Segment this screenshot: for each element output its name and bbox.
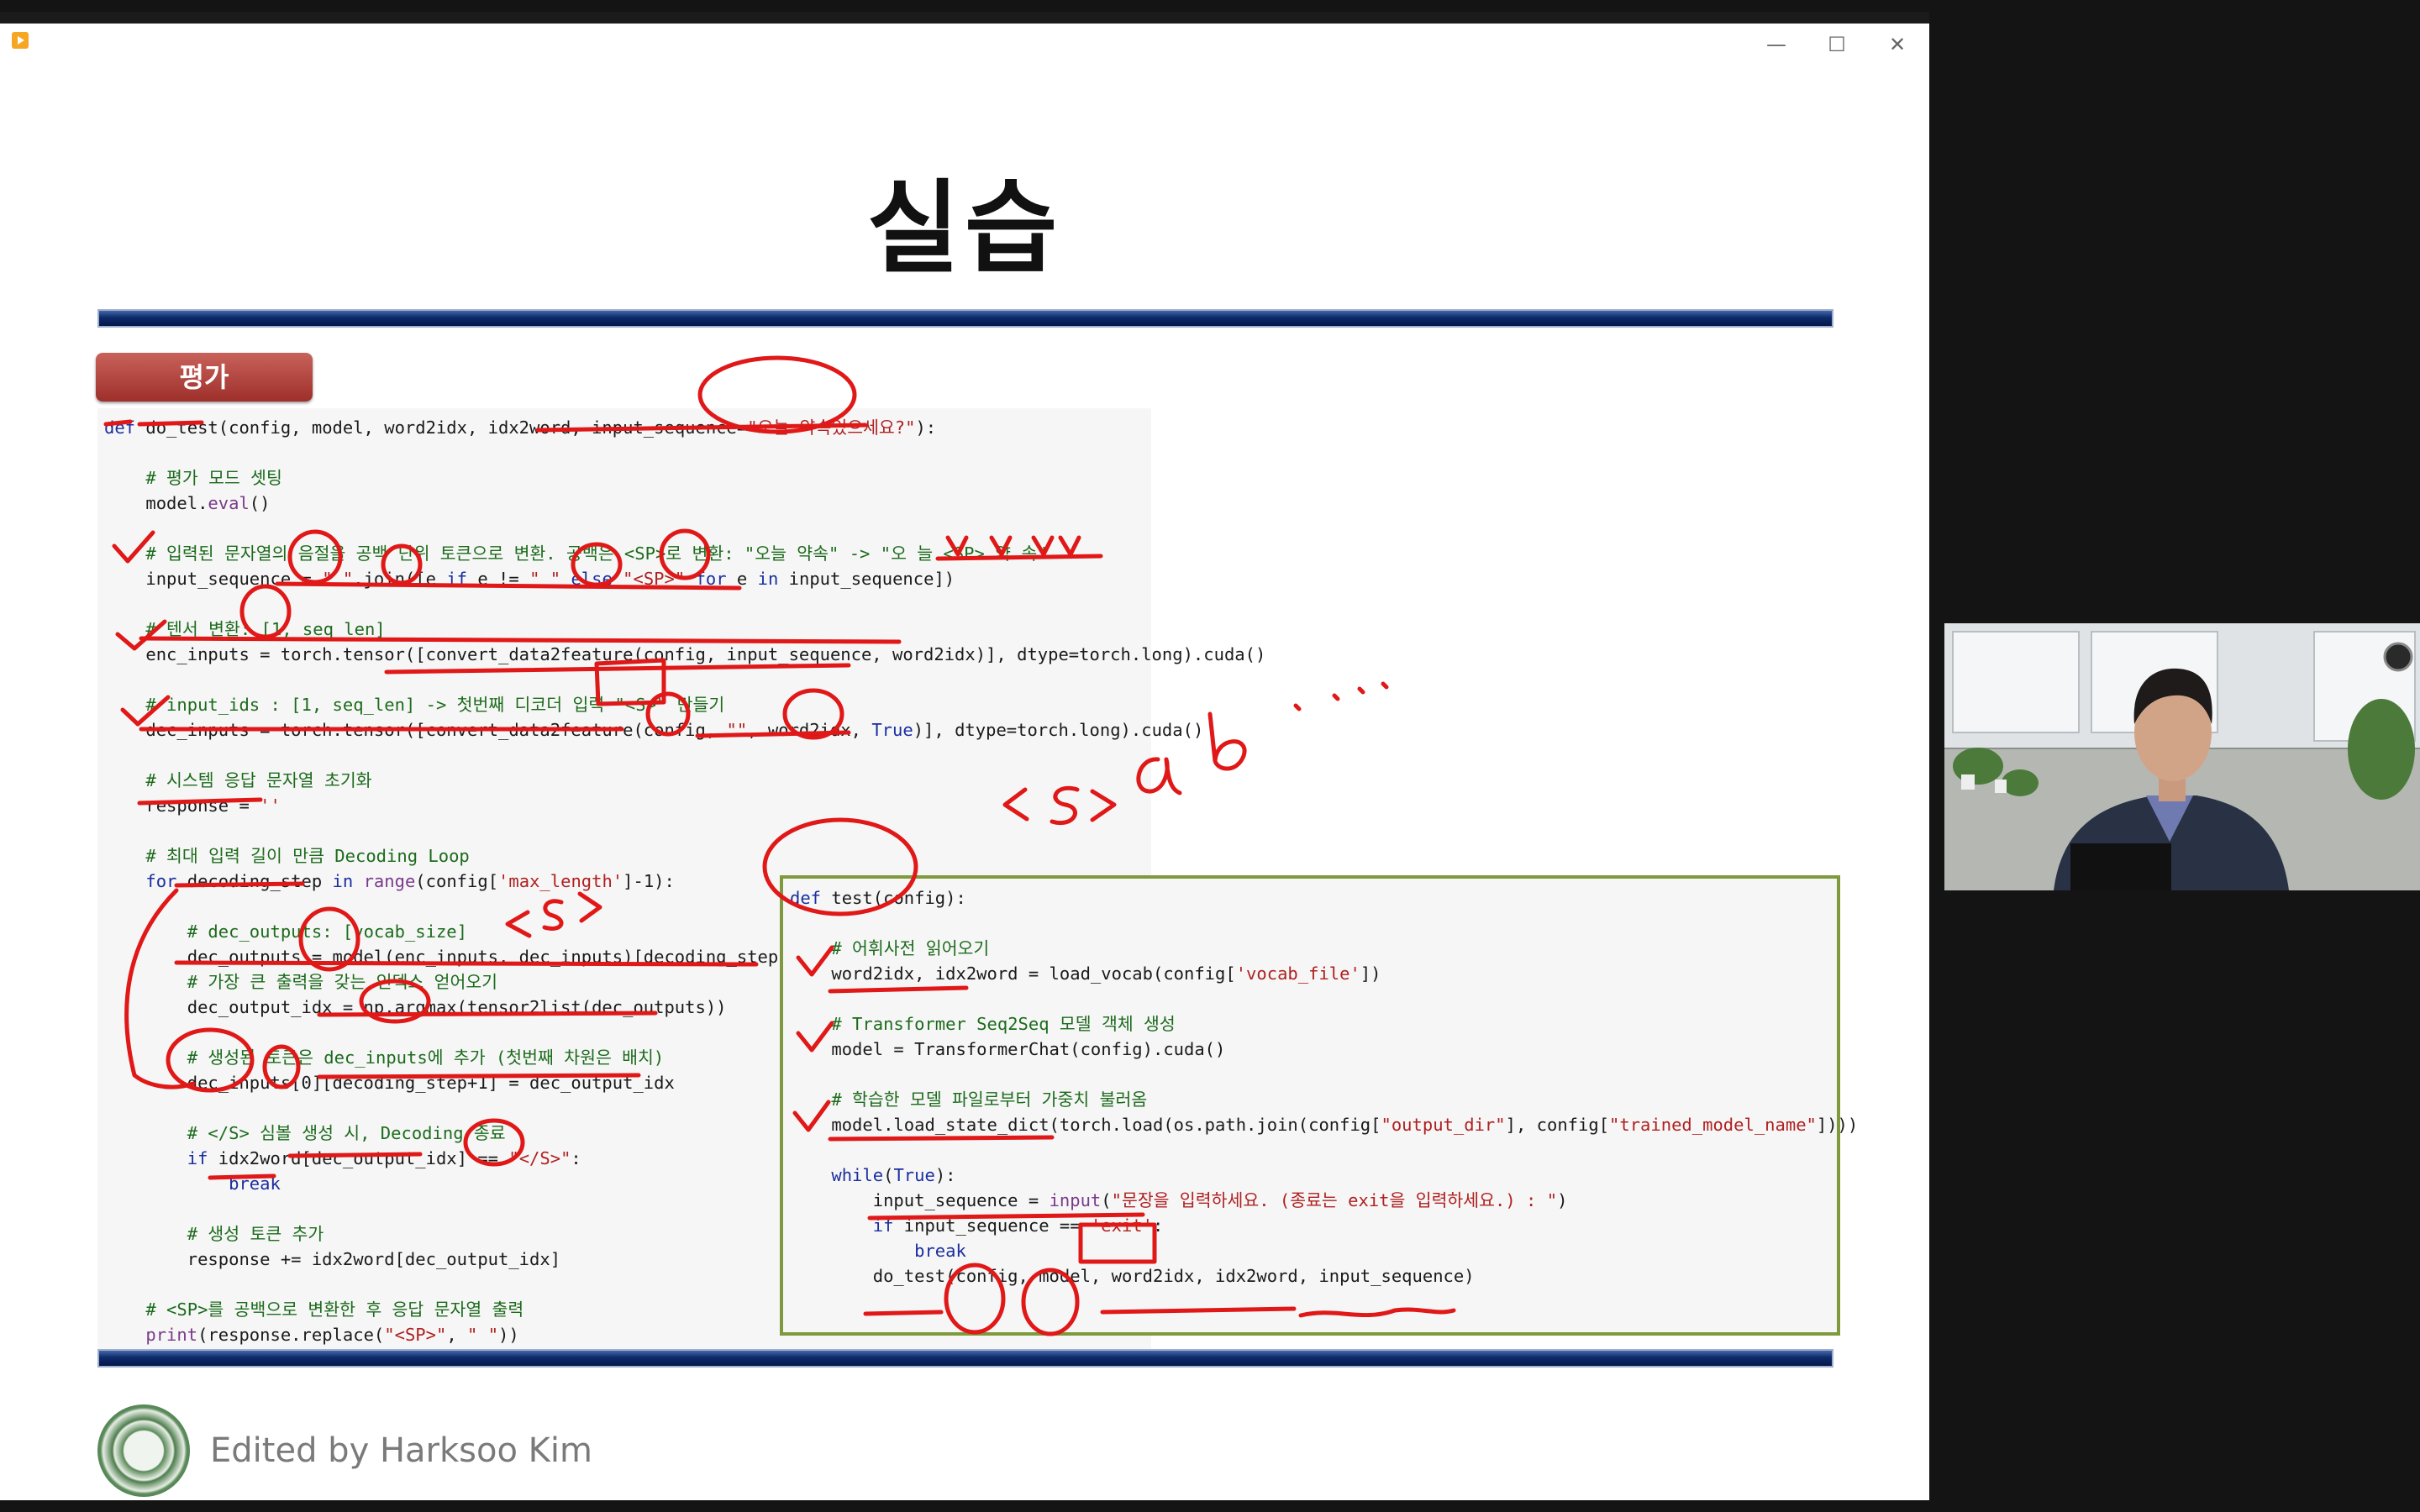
test-code-line: if input_sequence == 'exit': (872, 1215, 1164, 1236)
presenter-video-frame (1944, 623, 2420, 890)
slide-title: 실습 (866, 171, 1063, 287)
webcam-video (1944, 623, 2420, 890)
do-test-code-line: input_sequence = " ".join([e if e != " "… (104, 569, 955, 589)
viewer-window: — ☐ ✕ 실습 평가 def do_test(config, model, w… (0, 12, 1929, 1500)
do-test-code-line: dec_inputs = torch.tensor([convert_data2… (104, 720, 1204, 740)
test-code-line: model.load_state_dict(torch.load(os.path… (790, 1115, 1859, 1135)
do-test-code-line (104, 591, 1265, 617)
window-top-strip (0, 12, 1929, 24)
close-icon[interactable]: ✕ (1881, 30, 1914, 59)
title-divider-bar (97, 309, 1833, 328)
do-test-code-line: # 최대 입력 길이 만큼 Decoding Loop (145, 846, 470, 866)
test-function-code-box: def test(config): # 어휘사전 읽어오기 word2idx, … (780, 875, 1858, 1336)
test-code-line: # 학습한 모델 파일로부터 가중치 불러옴 (831, 1089, 1148, 1110)
do-test-code-line (104, 516, 1265, 541)
test-code-line (790, 911, 1858, 936)
do-test-code-line (104, 818, 1265, 843)
do-test-code-line: # input_ids : [1, seq_len] -> 첫번째 디코더 입력… (145, 695, 725, 715)
test-code-line: model = TransformerChat(config).cuda() (790, 1039, 1226, 1059)
test-code-line: do_test(config, model, word2idx, idx2wor… (790, 1266, 1475, 1286)
test-code-line: def test(config): (790, 888, 966, 908)
maximize-icon[interactable]: ☐ (1820, 30, 1854, 59)
test-code-line: break (914, 1241, 966, 1261)
test-code-line: while(True): (831, 1165, 956, 1185)
do-test-code-line: response = '' (104, 795, 281, 816)
test-code-line (790, 1137, 1858, 1163)
do-test-code-line (104, 667, 1265, 692)
test-code: def test(config): # 어휘사전 읽어오기 word2idx, … (790, 885, 1858, 1289)
do-test-code-line: # 시스템 응답 문자열 초기화 (145, 770, 372, 790)
test-code-line: # 어휘사전 읽어오기 (831, 938, 990, 958)
app-icon (12, 32, 29, 49)
university-seal-logo (97, 1404, 190, 1497)
do-test-code-line: model.eval() (104, 493, 271, 513)
do-test-code-line: enc_inputs = torch.tensor([convert_data2… (104, 644, 1266, 664)
test-code-line: input_sequence = input("문장을 입력하세요. (종료는 … (790, 1190, 1568, 1210)
do-test-code-line: # 평가 모드 셋팅 (145, 468, 282, 488)
test-code-line: # Transformer Seq2Seq 모델 객체 생성 (831, 1014, 1176, 1034)
footer-divider-bar (97, 1349, 1833, 1368)
do-test-code-line: # 텐서 변환: [1, seq_len] (145, 619, 386, 639)
test-code-line (790, 1062, 1858, 1087)
minimize-icon[interactable]: — (1760, 30, 1793, 59)
do-test-code-line (104, 743, 1265, 768)
footer-credit: Edited by Harksoo Kim (210, 1431, 592, 1470)
do-test-code-line: def do_test(config, model, word2idx, idx… (104, 417, 937, 438)
do-test-code-line (104, 440, 1265, 465)
test-code-line (790, 986, 1858, 1011)
do-test-code-line: # 입력된 문자열의 음절을 공백 단위 토큰으로 변환. 공백은 <SP>로 … (145, 543, 1048, 564)
section-badge: 평가 (96, 353, 313, 402)
test-code-line: word2idx, idx2word = load_vocab(config['… (790, 963, 1381, 984)
